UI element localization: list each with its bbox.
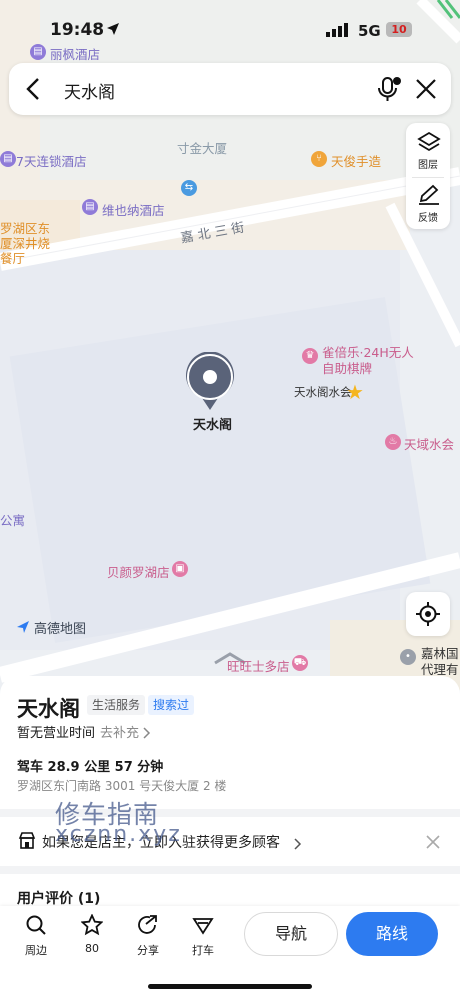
search-icon (26, 915, 46, 935)
poi-wangwang-shop[interactable]: 旺旺士多店 (227, 656, 290, 675)
category-tag: 生活服务 (87, 695, 146, 715)
poi-tianyu-spa[interactable]: 天域水会 (404, 434, 454, 453)
section-divider (0, 866, 460, 874)
destination-pin[interactable] (184, 351, 236, 412)
star-outline-icon (80, 913, 104, 936)
food-icon: ⑂ (311, 151, 327, 167)
map-tools-panel: 图层 反馈 (406, 123, 450, 229)
tools-divider (412, 177, 444, 178)
business-hours: 暂无营业时间 (17, 726, 96, 741)
chess-icon: ♛ (302, 348, 318, 364)
chevron-right-icon (143, 724, 151, 743)
share-button[interactable]: 分享 (126, 914, 170, 958)
layers-icon[interactable] (417, 131, 441, 157)
hotel-icon: ▤ (0, 151, 16, 167)
nearby-label: 周边 (25, 944, 47, 957)
amap-logo-icon (16, 619, 30, 633)
shop-icon: ⛟ (292, 655, 308, 671)
place-name: 天水阁 (17, 697, 80, 721)
map-view[interactable]: ▤ 丽枫酒店 ▤ 7天连锁酒店 寸金大厦 ⑂ 天俊手造 ⇆ ▤ 维也纳酒店 罗湖… (0, 0, 460, 690)
poi-tianshuige-spa[interactable]: 天水阁水会 (294, 384, 352, 400)
star-icon: ★ (346, 380, 364, 404)
poi-vienna-hotel[interactable]: 维也纳酒店 (102, 200, 165, 219)
hotel-icon: ▤ (82, 199, 98, 215)
reviews-heading[interactable]: 用户评价 (1) (17, 888, 100, 908)
poi-apartment: 公寓 (0, 513, 26, 528)
nearby-button[interactable]: 周边 (14, 914, 58, 958)
destination-pin-label: 天水阁 (193, 418, 233, 433)
poi-district-label-3: 餐厅 (0, 251, 26, 266)
taxi-button[interactable]: 打车 (181, 914, 225, 958)
close-icon[interactable] (426, 834, 440, 853)
search-bar[interactable]: 天水阁 (9, 63, 451, 115)
visited-tag: 搜索过 (148, 695, 195, 715)
watermark-url: xcznn.xyz (55, 822, 182, 847)
search-query-text[interactable]: 天水阁 (64, 78, 115, 103)
edit-feedback-icon[interactable] (417, 184, 441, 210)
beauty-icon: ▣ (172, 561, 188, 577)
status-bar: 19:48 5G 10 (0, 0, 460, 62)
locate-button[interactable] (406, 592, 450, 636)
poi-beauty-store[interactable]: 贝颜罗湖店 (107, 562, 170, 581)
battery-icon: 10 (386, 22, 412, 37)
place-address: 罗湖区东门南路 3001 号天俊大厦 2 楼 (17, 779, 227, 793)
back-arrow-icon[interactable] (23, 77, 45, 105)
taxi-label: 打车 (192, 944, 214, 957)
favorite-button[interactable]: 80 (70, 913, 114, 955)
location-dot-icon: • (400, 649, 416, 665)
poi-tianjun-food[interactable]: 天俊手造 (331, 151, 381, 170)
favorites-count: 80 (85, 942, 99, 955)
poi-cunjin-building[interactable]: 寸金大厦 (177, 138, 227, 157)
signal-icon (326, 22, 350, 41)
share-icon (138, 915, 157, 934)
network-type: 5G (358, 22, 381, 40)
voice-input-icon[interactable] (376, 75, 402, 107)
drive-info: 驾车 28.9 公里 57 分钟 (17, 760, 164, 775)
route-button[interactable]: 路线 (346, 912, 438, 956)
status-time: 19:48 (50, 20, 105, 40)
location-arrow-icon (106, 21, 120, 40)
taxi-icon (192, 918, 214, 935)
poi-chess-room-line2[interactable]: 自助棋牌 (322, 358, 372, 377)
navigate-button[interactable]: 导航 (244, 912, 338, 956)
share-label: 分享 (137, 944, 159, 957)
bus-stop-icon: ⇆ (181, 180, 197, 196)
map-pin-icon (186, 351, 234, 410)
add-hours-link[interactable]: 去补充 (100, 722, 139, 741)
amap-logo-text: 高德地图 (34, 622, 87, 637)
poi-7days-hotel[interactable]: 7天连锁酒店 (16, 151, 86, 170)
store-icon (18, 832, 36, 854)
feedback-label[interactable]: 反馈 (406, 209, 450, 224)
chevron-right-icon (294, 835, 302, 854)
layers-label[interactable]: 图层 (406, 156, 450, 171)
home-indicator (148, 984, 312, 989)
crosshair-icon (416, 602, 440, 630)
close-icon[interactable] (414, 77, 438, 105)
spa-icon: ♨ (385, 434, 401, 450)
